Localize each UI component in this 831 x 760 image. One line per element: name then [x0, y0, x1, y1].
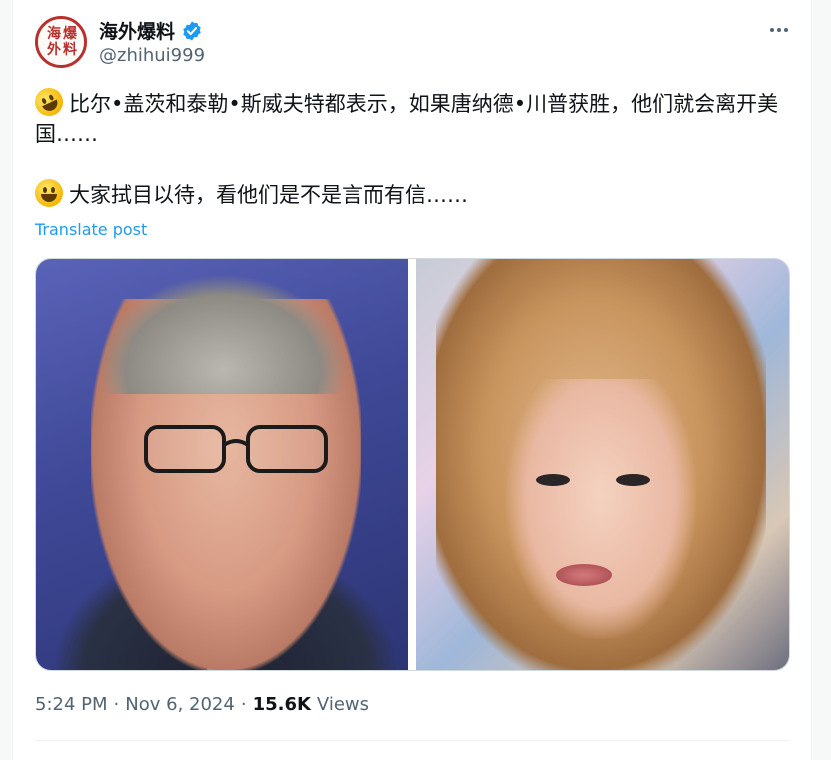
grinning-face-emoji-icon [35, 179, 63, 207]
more-options-button[interactable] [767, 24, 791, 36]
post-metadata: 5:24 PM · Nov 6, 2024 · 15.6K Views [35, 694, 369, 715]
author-display-name[interactable]: 海外爆料 [99, 17, 175, 44]
author-name-row: 海外爆料 [99, 17, 203, 44]
views-count: 15.6K [252, 694, 311, 715]
meta-separator: · [240, 694, 247, 715]
meta-separator: · [113, 694, 120, 715]
ellipsis-horizontal-icon [770, 28, 774, 32]
post-card: 海 爆 外 料 海外爆料 @zhihui999 比尔•盖茨和泰勒•斯威夫特都表示… [12, 0, 812, 760]
post-media-image[interactable] [35, 258, 790, 671]
photo-right-portrait [416, 259, 789, 670]
views-label: Views [316, 694, 370, 715]
author-handle[interactable]: @zhihui999 [99, 45, 205, 66]
divider [35, 740, 790, 741]
post-text-line-1: 比尔•盖茨和泰勒•斯威夫特都表示，如果唐纳德•川普获胜，他们就会离开美国…… [35, 92, 779, 146]
post-text-line-2: 大家拭目以待，看他们是不是言而有信…… [69, 183, 468, 207]
photo-left-portrait [36, 259, 408, 670]
verified-badge-icon[interactable] [181, 20, 203, 42]
translate-post-link[interactable]: Translate post [35, 220, 147, 239]
post-text: 比尔•盖茨和泰勒•斯威夫特都表示，如果唐纳德•川普获胜，他们就会离开美国…… 大… [30, 83, 785, 210]
post-date[interactable]: Nov 6, 2024 [125, 694, 235, 715]
glasses-shape [144, 425, 328, 473]
avatar-seal-logo: 海 爆 外 料 [47, 26, 77, 58]
avatar[interactable]: 海 爆 外 料 [35, 16, 87, 68]
rolling-on-floor-laughing-emoji-icon [30, 83, 68, 121]
post-time[interactable]: 5:24 PM [35, 694, 108, 715]
